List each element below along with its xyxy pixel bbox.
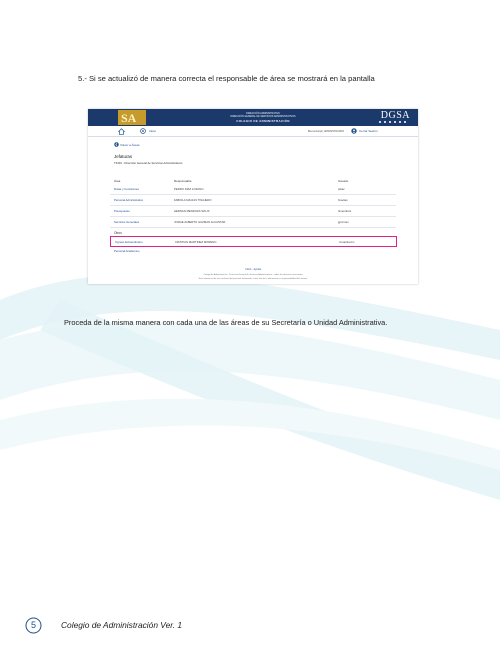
document-footer-label: Colegio de Administración Ver. 1 bbox=[61, 620, 183, 630]
table-row: Presupuesto HERNAN MENDOZA SOLIS hmendoz… bbox=[110, 206, 396, 217]
banner-line-3: COLEGIO DE ADMINISTRACIÓN bbox=[236, 119, 290, 123]
user-icon bbox=[351, 128, 357, 134]
banner-line-2: DIRECCIÓN GENERAL DE SERVICIOS ADMINISTR… bbox=[230, 115, 296, 118]
footer-line-2: Este sistema es de uso exclusivo del per… bbox=[198, 278, 308, 280]
responsable-cell: CRISTIAN MARTINEZ MORENO bbox=[175, 239, 217, 244]
responsable-cell: HERNAN MENDOZA SOLIS bbox=[174, 209, 210, 213]
sa-logo-icon: SA bbox=[118, 110, 146, 125]
dgsa-brand: DGSA bbox=[380, 110, 410, 121]
usuario-cell: fmacias bbox=[338, 198, 348, 202]
usuario-cell: jguzman bbox=[338, 220, 349, 224]
step-5-instruction: 5.- Si se actualizó de manera correcta e… bbox=[78, 74, 375, 83]
area-link[interactable]: Servicios Generales bbox=[114, 220, 139, 224]
logout-link[interactable]: Cerrar Sesión bbox=[359, 129, 378, 133]
inicio-icon[interactable] bbox=[140, 128, 146, 134]
responsable-cell: JORGE ALBERTO GUZMAN ALCANTAR bbox=[174, 220, 226, 224]
responsable-cell: FABIOLA MACIAS TINAJERO bbox=[174, 198, 212, 202]
area-link[interactable]: Personal Administrativo bbox=[114, 198, 143, 202]
usuario-cell: pdiaz bbox=[338, 187, 345, 191]
highlighted-row: Ingreso Extraordinario CRISTIAN MARTINEZ… bbox=[110, 236, 397, 247]
group-label-otros: Otros bbox=[114, 231, 122, 235]
column-header-area: Área bbox=[114, 179, 121, 183]
usuario-cell: hmendoza bbox=[338, 209, 352, 213]
nav-inicio-link[interactable]: Inicio bbox=[149, 129, 156, 133]
back-to-areas-link[interactable]: Volver a Áreas bbox=[120, 143, 140, 147]
dgsa-underline bbox=[379, 121, 409, 123]
responsable-cell: PEDRO DÍAZ LOZANO bbox=[174, 187, 204, 191]
area-link[interactable]: Presupuesto bbox=[114, 209, 130, 213]
section-subtitle: T4491 - Dirección General de Servicios A… bbox=[114, 161, 183, 165]
header-banner: SA DIRECCIÓN ADMINISTRATIVA DIRECCIÓN GE… bbox=[88, 109, 418, 126]
table-row: Servicios Generales JORGE ALBERTO GUZMAN… bbox=[110, 217, 396, 228]
page-number: 5 bbox=[30, 620, 36, 630]
table-row: Rutas y Comisiones PEDRO DÍAZ LOZANO pdi… bbox=[110, 184, 396, 195]
area-link[interactable]: Rutas y Comisiones bbox=[114, 187, 139, 191]
footer-links[interactable]: Inicio · Ayuda bbox=[88, 268, 418, 271]
table-row: Personal Administrativo FABIOLA MACIAS T… bbox=[110, 195, 396, 206]
home-icon[interactable] bbox=[118, 128, 125, 135]
back-arrow-icon[interactable] bbox=[114, 142, 119, 147]
footer-line-1: Colegio de Administración · Dirección Ge… bbox=[203, 274, 303, 276]
svg-text:SA: SA bbox=[121, 111, 137, 125]
welcome-user-label: Bienvenido(a): ADMINISTRADOR bbox=[308, 129, 345, 133]
column-header-usuario: Usuario bbox=[338, 179, 349, 183]
section-title: Jefaturas bbox=[114, 154, 133, 159]
column-header-responsable: Responsable bbox=[174, 179, 192, 183]
system-screenshot: SA DIRECCIÓN ADMINISTRATIVA DIRECCIÓN GE… bbox=[88, 109, 418, 284]
area-link[interactable]: Ingreso Extraordinario bbox=[115, 240, 143, 244]
usuario-cell: crmartinezm bbox=[339, 239, 355, 244]
nav-bar: Inicio Bienvenido(a): ADMINISTRADOR Cerr… bbox=[88, 127, 418, 137]
area-link-personal-academico[interactable]: Personal Académico bbox=[114, 249, 140, 253]
closing-instruction: Proceda de la misma manera con cada una … bbox=[64, 318, 388, 327]
